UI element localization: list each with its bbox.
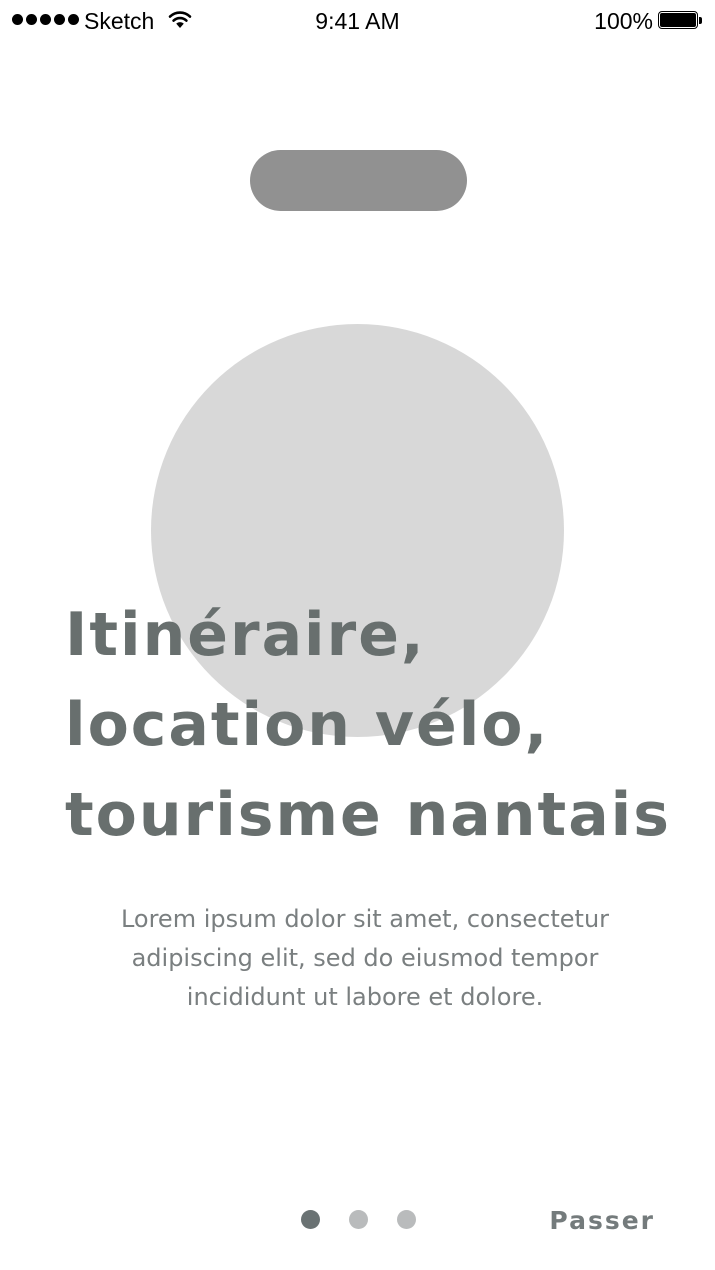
headline-line: location vélo, [65, 690, 550, 760]
logo-placeholder [250, 150, 467, 211]
headline-line: Itinéraire, [65, 600, 426, 670]
onboarding-headline: Itinéraire, location vélo, tourisme nant… [65, 590, 685, 860]
battery-nub [699, 17, 702, 24]
onboarding-description: Lorem ipsum dolor sit amet, consectetur … [120, 905, 610, 1011]
skip-button[interactable]: Passer [530, 1203, 655, 1239]
battery-fill [660, 13, 696, 27]
page-dot-1[interactable] [301, 1210, 320, 1229]
battery-icon [658, 11, 704, 31]
headline-line: tourisme nantais [65, 780, 671, 850]
page-dot-3[interactable] [397, 1210, 416, 1229]
battery-percent: 100% [594, 8, 653, 34]
status-bar: Sketch 9:41 AM 100% [0, 0, 715, 42]
page-dot-2[interactable] [349, 1210, 368, 1229]
page-indicator[interactable] [301, 1210, 416, 1229]
